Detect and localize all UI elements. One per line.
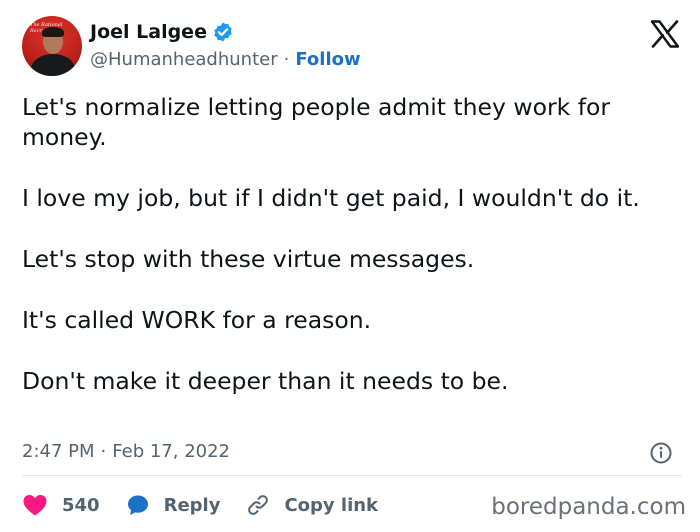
avatar[interactable]: The Rational Recruiter: [22, 16, 82, 76]
handle-separator: ·: [283, 49, 290, 70]
tweet-paragraph: I love my job, but if I didn't get paid,…: [22, 184, 640, 212]
watermark: boredpanda.com: [491, 494, 686, 520]
tweet-paragraph: It's called WORK for a reason.: [22, 306, 372, 334]
author-name[interactable]: Joel Lalgee: [90, 21, 207, 43]
timestamp-separator: ·: [100, 441, 107, 462]
author-handle[interactable]: @Humanheadhunter: [90, 49, 278, 70]
divider: [22, 475, 682, 476]
copy-link-button[interactable]: Copy link: [246, 493, 378, 517]
tweet-paragraph: Let's normalize letting people admit the…: [22, 93, 611, 151]
tweet-time: 2:47 PM: [22, 441, 95, 462]
avatar-hair: [42, 27, 64, 37]
follow-button[interactable]: Follow: [295, 49, 360, 70]
tweet-actions: 540 Reply Copy link: [22, 490, 404, 520]
author-name-row: Joel Lalgee: [90, 20, 234, 44]
info-icon[interactable]: [649, 441, 673, 465]
reply-bubble-icon: [127, 495, 148, 515]
reply-button[interactable]: Reply: [126, 493, 221, 517]
heart-icon: [23, 495, 47, 516]
tweet-paragraph: Don't make it deeper than it needs to be…: [22, 367, 509, 395]
x-logo-icon[interactable]: [650, 20, 680, 48]
tweet-date: Feb 17, 2022: [112, 441, 231, 462]
tweet-header: The Rational Recruiter Joel Lalgee @Huma…: [22, 16, 682, 78]
copy-link-label: Copy link: [284, 494, 379, 516]
author-handle-row: @Humanheadhunter · Follow: [90, 49, 361, 70]
avatar-body: [31, 54, 75, 76]
like-count: 540: [62, 494, 100, 516]
tweet-timestamp[interactable]: 2:47 PM · Feb 17, 2022: [22, 441, 230, 462]
tweet-paragraph: Let's stop with these virtue messages.: [22, 245, 475, 273]
like-button[interactable]: 540: [22, 493, 100, 517]
tweet-text: Let's normalize letting people admit the…: [22, 92, 682, 427]
link-icon: [248, 495, 269, 515]
reply-label: Reply: [163, 494, 221, 516]
verified-badge-icon: [214, 22, 232, 42]
